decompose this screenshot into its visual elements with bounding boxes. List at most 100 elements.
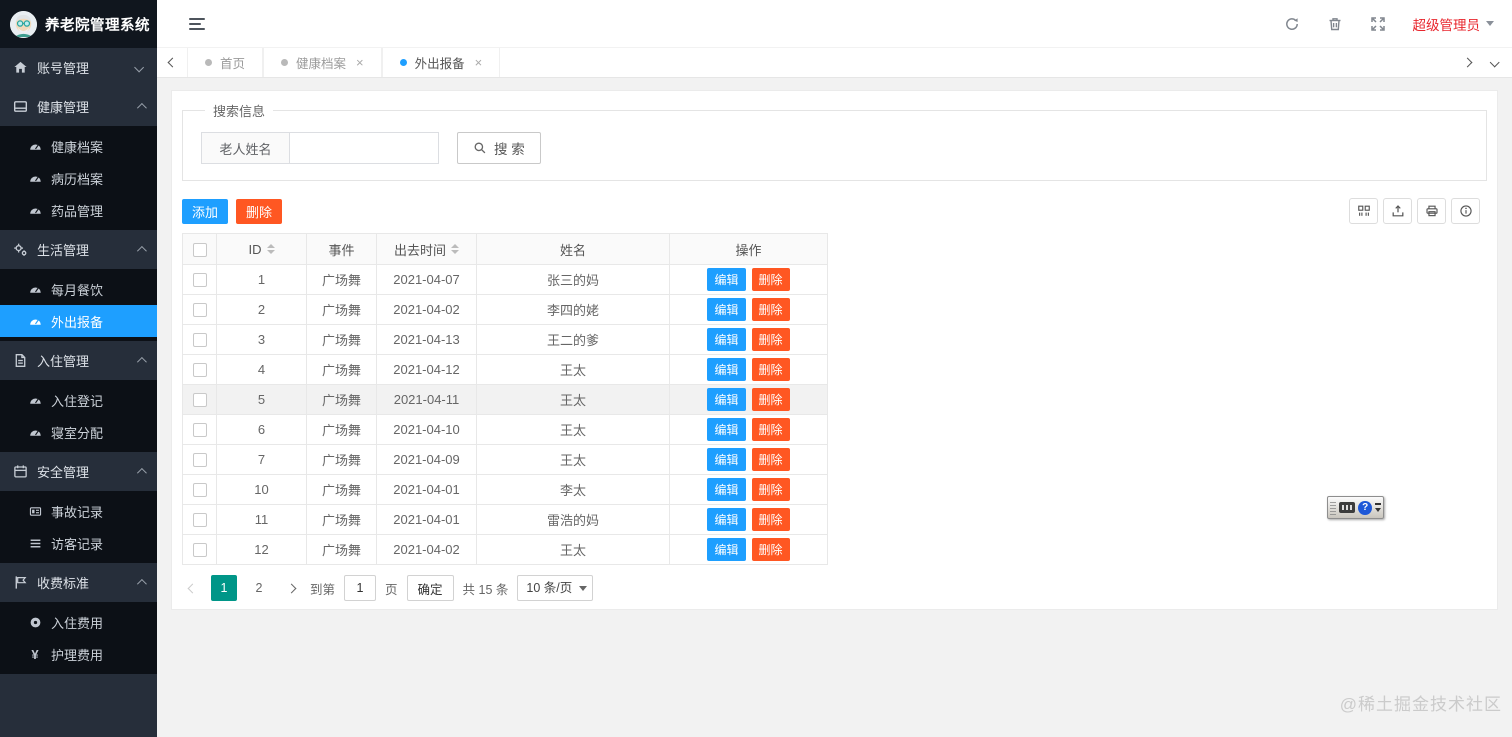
row-checkbox[interactable] [192, 273, 207, 288]
content-card: 搜索信息 老人姓名 搜 索 添加 删除 ID 事件 出去时间 姓名 操作 1 广… [171, 90, 1498, 610]
sidebar-item-room-assign[interactable]: 寝室分配 [0, 416, 157, 448]
tab-home[interactable]: 首页 [187, 48, 264, 77]
row-delete-button[interactable]: 删除 [751, 388, 790, 411]
tab-dot-icon [399, 59, 407, 66]
sidebar-item-safety-mgmt[interactable]: 安全管理 [0, 452, 157, 491]
header-actions: 超级管理员 [1284, 14, 1494, 34]
drag-handle[interactable] [1330, 500, 1336, 515]
row-checkbox[interactable] [192, 453, 207, 468]
keyboard-icon[interactable] [1338, 502, 1356, 513]
sidebar-item-checkin-fees[interactable]: 入住费用 [0, 606, 157, 638]
column-header-id[interactable]: ID [216, 233, 307, 265]
pager-page-1[interactable]: 1 [211, 575, 237, 601]
edit-button[interactable]: 编辑 [707, 388, 746, 411]
row-delete-button[interactable]: 删除 [751, 478, 790, 501]
row-delete-button[interactable]: 删除 [751, 298, 790, 321]
pager-next-button[interactable] [281, 575, 301, 601]
gears-icon [13, 242, 28, 257]
sidebar-submenu-checkin: 入住登记 寝室分配 [0, 380, 157, 452]
row-checkbox[interactable] [192, 393, 207, 408]
app-logo-avatar [10, 10, 37, 38]
tab-bar-controls [1452, 48, 1512, 77]
sidebar-item-fee-standards[interactable]: 收费标准 [0, 563, 157, 602]
minimize-icon[interactable] [1375, 503, 1382, 505]
elder-name-group: 老人姓名 [201, 132, 439, 164]
menu-toggle-icon[interactable] [189, 17, 205, 30]
user-menu[interactable]: 超级管理员 [1413, 14, 1494, 34]
page-size-select[interactable]: 10 条/页 [517, 575, 594, 601]
sidebar-item-account-mgmt[interactable]: 账号管理 [0, 48, 157, 87]
tab-health-records[interactable]: 健康档案 × [263, 48, 382, 77]
row-checkbox[interactable] [192, 303, 207, 318]
delete-button[interactable]: 删除 [236, 198, 283, 224]
row-checkbox[interactable] [192, 333, 207, 348]
fullscreen-icon[interactable] [1370, 16, 1386, 32]
info-button[interactable] [1451, 198, 1480, 224]
sidebar-item-checkin-mgmt[interactable]: 入住管理 [0, 341, 157, 380]
sidebar-item-nursing-fees[interactable]: ¥ 护理费用 [0, 638, 157, 670]
pager-page-2[interactable]: 2 [246, 575, 272, 601]
sidebar-item-checkin-register[interactable]: 入住登记 [0, 384, 157, 416]
edit-button[interactable]: 编辑 [707, 418, 746, 441]
data-table: ID 事件 出去时间 姓名 操作 1 广场舞 2021-04-07 张三的妈 编… [182, 233, 828, 565]
caret-down-icon[interactable] [1375, 508, 1382, 512]
sidebar-item-life-mgmt[interactable]: 生活管理 [0, 230, 157, 269]
pager-goto-input[interactable] [344, 575, 377, 601]
tab-close-icon[interactable]: × [475, 56, 483, 69]
row-delete-button[interactable]: 删除 [751, 268, 790, 291]
tabs-scroll-right-button[interactable] [1452, 48, 1482, 77]
edit-button[interactable]: 编辑 [707, 508, 746, 531]
help-icon[interactable]: ? [1358, 500, 1373, 515]
row-checkbox[interactable] [192, 363, 207, 378]
sidebar-item-outing-report[interactable]: 外出报备 [0, 305, 157, 337]
table-row: 3 广场舞 2021-04-13 王二的爹 编辑 删除 [182, 324, 828, 355]
row-delete-button[interactable]: 删除 [751, 538, 790, 561]
column-header-actions: 操作 [669, 233, 828, 265]
sidebar-item-monthly-meals[interactable]: 每月餐饮 [0, 273, 157, 305]
row-checkbox[interactable] [192, 513, 207, 528]
export-button[interactable] [1383, 198, 1412, 224]
row-delete-button[interactable]: 删除 [751, 508, 790, 531]
row-checkbox[interactable] [192, 423, 207, 438]
sidebar-item-medicine-mgmt[interactable]: 药品管理 [0, 194, 157, 226]
edit-button[interactable]: 编辑 [707, 358, 746, 381]
sidebar-nav: 账号管理 健康管理 健康档案 病历档案 药品管理 生活管理 每月餐饮 外出报备 … [0, 48, 157, 674]
gauge-icon [28, 282, 42, 296]
sidebar-item-health-mgmt[interactable]: 健康管理 [0, 87, 157, 126]
pager-confirm-button[interactable]: 确定 [406, 575, 454, 601]
trash-icon[interactable] [1327, 16, 1343, 32]
edit-button[interactable]: 编辑 [707, 298, 746, 321]
refresh-icon[interactable] [1284, 16, 1300, 32]
column-header-date[interactable]: 出去时间 [376, 233, 477, 265]
search-button[interactable]: 搜 索 [457, 132, 541, 164]
elder-name-input[interactable] [289, 132, 439, 164]
row-checkbox[interactable] [192, 543, 207, 558]
edit-button[interactable]: 编辑 [707, 268, 746, 291]
row-delete-button[interactable]: 删除 [751, 448, 790, 471]
tabs-dropdown-button[interactable] [1482, 48, 1512, 77]
row-delete-button[interactable]: 删除 [751, 328, 790, 351]
sidebar-item-accident-records[interactable]: 事故记录 [0, 495, 157, 527]
flag-icon [13, 575, 28, 590]
table-toolbar: 添加 删除 [182, 198, 1487, 224]
tab-outing-report[interactable]: 外出报备 × [381, 48, 501, 77]
row-checkbox[interactable] [192, 483, 207, 498]
sidebar-item-visitor-records[interactable]: 访客记录 [0, 527, 157, 559]
sidebar-item-medical-records[interactable]: 病历档案 [0, 162, 157, 194]
columns-toggle-button[interactable] [1349, 198, 1378, 224]
edit-button[interactable]: 编辑 [707, 448, 746, 471]
tab-close-icon[interactable]: × [356, 56, 364, 69]
row-delete-button[interactable]: 删除 [751, 358, 790, 381]
edit-button[interactable]: 编辑 [707, 478, 746, 501]
ime-toolbar[interactable]: ? [1327, 496, 1384, 519]
edit-button[interactable]: 编辑 [707, 328, 746, 351]
calendar-icon [13, 464, 28, 479]
select-all-checkbox[interactable] [192, 242, 207, 257]
add-button[interactable]: 添加 [182, 198, 229, 224]
sidebar-item-health-records[interactable]: 健康档案 [0, 130, 157, 162]
print-button[interactable] [1417, 198, 1446, 224]
edit-button[interactable]: 编辑 [707, 538, 746, 561]
pager-prev-button[interactable] [182, 575, 202, 601]
tabs-scroll-left-button[interactable] [157, 48, 187, 77]
row-delete-button[interactable]: 删除 [751, 418, 790, 441]
